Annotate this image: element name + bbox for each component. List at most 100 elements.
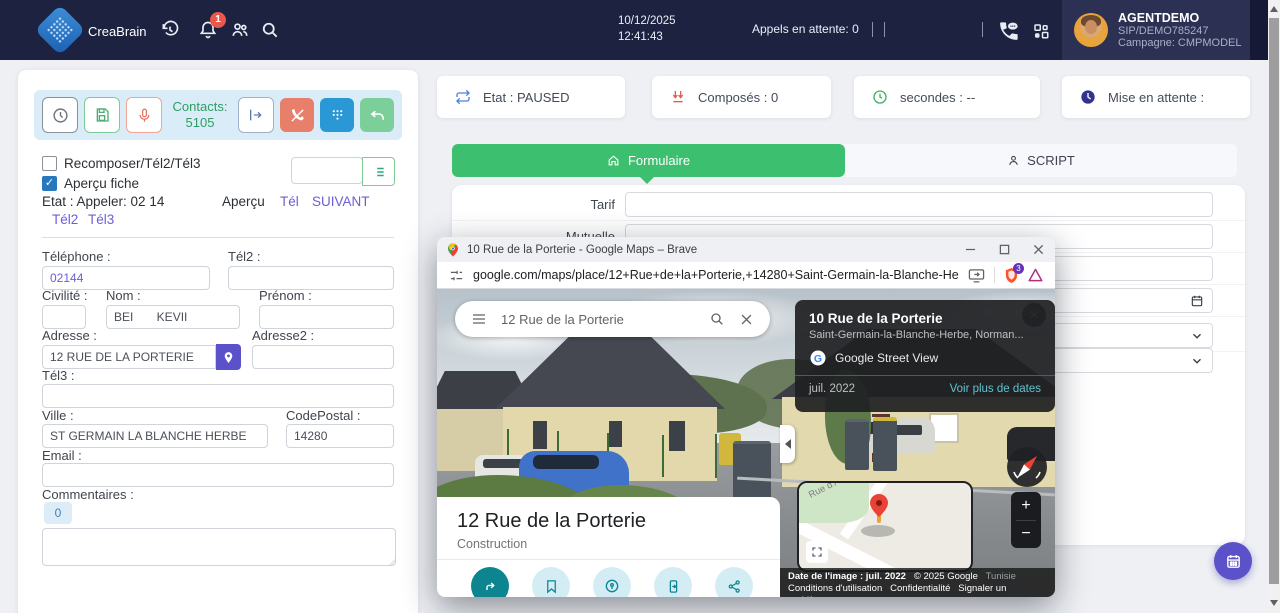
scroll-up-arrow[interactable] [1270, 6, 1278, 12]
suivant-link[interactable]: SUIVANT [312, 194, 370, 209]
send-to-phone-icon [669, 579, 677, 593]
nom-input[interactable] [106, 305, 240, 329]
search-icon[interactable] [260, 20, 280, 40]
history-button[interactable] [42, 97, 78, 133]
clear-search-icon[interactable] [739, 312, 754, 327]
adresse2-label: Adresse2 : [252, 328, 315, 343]
agent-panel[interactable]: AGENTDEMO SIP/DEMO785247 Campagne: CMPMO… [1062, 0, 1268, 60]
send-to-phone-button[interactable] [654, 567, 692, 597]
nom-label: Nom : [106, 288, 141, 303]
scrollbar-thumb[interactable] [1269, 18, 1279, 584]
white-car-windows [483, 459, 523, 468]
site-settings-tune-icon[interactable] [449, 268, 464, 283]
commentaires-textarea[interactable] [42, 528, 396, 566]
url-text[interactable]: google.com/maps/place/12+Rue+de+la+Porte… [473, 268, 959, 282]
recomposer-checkbox[interactable] [42, 156, 57, 171]
attrib-copyright: © 2025 Google [913, 571, 978, 582]
dialpad-button[interactable] [320, 98, 354, 132]
scroll-down-arrow[interactable] [1270, 600, 1278, 606]
call-state-line: Etat : Appeler: 02 14 [42, 194, 165, 209]
tab-script-label: SCRIPT [1027, 153, 1075, 168]
codepostal-input[interactable] [286, 424, 394, 448]
more-dates-link[interactable]: Voir plus de dates [950, 383, 1041, 395]
tab-formulaire[interactable]: Formulaire [452, 144, 845, 177]
apercu-fiche-checkbox-row[interactable]: ✓ Aperçu fiche [42, 176, 139, 191]
tab-script[interactable]: SCRIPT [845, 144, 1237, 177]
fence-post [662, 435, 664, 477]
minimize-button[interactable] [963, 243, 977, 257]
tel2-label: Tél2 : [228, 249, 261, 264]
calendar-fab-button[interactable] [1214, 542, 1252, 580]
streetview-photo[interactable]: 12 Rue de la Porterie Partager ✕ 10 Rue … [437, 289, 1055, 597]
tel3-input[interactable] [42, 384, 394, 408]
phone-chat-icon[interactable] [996, 18, 1022, 44]
place-card: 12 Rue de la Porterie Construction [437, 497, 780, 597]
tel-link[interactable]: Tél [280, 194, 299, 209]
page-scrollbar[interactable] [1268, 0, 1280, 613]
search-icon[interactable] [709, 311, 725, 327]
maps-search-box[interactable]: 12 Rue de la Porterie [455, 301, 770, 337]
tel3-label: Tél3 : [42, 368, 75, 383]
hold-clock-icon [1081, 90, 1095, 104]
terms-link[interactable]: Conditions d'utilisation [788, 583, 882, 594]
privacy-link[interactable]: Confidentialité [890, 583, 950, 594]
geolocate-address-button[interactable] [216, 344, 241, 370]
compass-control[interactable] [1006, 446, 1048, 488]
hangup-button[interactable] [280, 98, 314, 132]
tel2-link[interactable]: Tél2 [52, 212, 78, 227]
google-logo-icon: G [810, 350, 826, 366]
separator [994, 267, 995, 283]
list-button[interactable] [362, 157, 395, 186]
window-titlebar[interactable]: 10 Rue de la Porterie - Google Maps – Br… [437, 237, 1055, 262]
zoom-out-button[interactable]: − [1011, 521, 1041, 549]
directions-button[interactable] [471, 567, 509, 597]
ville-input[interactable] [42, 424, 268, 448]
current-date: 10/12/2025 [618, 15, 676, 27]
adresse2-input[interactable] [252, 345, 394, 369]
save-button[interactable] [84, 97, 120, 133]
email-input[interactable] [42, 463, 394, 487]
collapse-panel-button[interactable] [780, 425, 795, 463]
recomposer-checkbox-row[interactable]: Recomposer/Tél2/Tél3 [42, 156, 201, 171]
zoom-in-button[interactable]: + [1011, 492, 1041, 520]
place-category[interactable]: Construction [457, 537, 527, 551]
tel2-input[interactable] [228, 266, 394, 290]
history-icon[interactable] [160, 20, 180, 40]
apps-grid-icon[interactable] [1032, 22, 1050, 40]
chevron-down-icon [1193, 333, 1201, 339]
close-button[interactable] [1031, 243, 1045, 257]
status-card-composes: Composés : 0 [652, 76, 831, 118]
menu-hamburger-icon[interactable] [471, 311, 487, 327]
send-to-device-icon[interactable] [968, 268, 985, 283]
telephone-input[interactable] [42, 266, 210, 290]
minimap[interactable]: Rue d'Authie [797, 481, 973, 572]
brave-rewards-triangle-icon[interactable] [1028, 268, 1043, 282]
image-date: juil. 2022 [809, 383, 856, 395]
users-icon[interactable] [230, 20, 250, 40]
tarif-input[interactable] [625, 192, 1213, 217]
top-navbar: CreaBrain 1 10/12/2025 12:41:43 Appels e… [0, 0, 1280, 60]
brave-shields-icon[interactable]: 3 [1004, 262, 1024, 284]
save-place-button[interactable] [532, 567, 570, 597]
tel3-link[interactable]: Tél3 [88, 212, 114, 227]
civilite-input[interactable] [42, 305, 86, 329]
expand-minimap-button[interactable] [806, 541, 828, 563]
adresse-input[interactable] [42, 345, 216, 369]
apercu-fiche-checkbox[interactable]: ✓ [42, 176, 57, 191]
window-title: 10 Rue de la Porterie - Google Maps – Br… [467, 243, 698, 256]
apercu-link[interactable]: Aperçu [222, 194, 265, 209]
share-button[interactable] [715, 567, 753, 597]
commentaires-label: Commentaires : [42, 487, 134, 502]
person-icon [1009, 155, 1018, 165]
reply-button[interactable] [360, 98, 394, 132]
maps-search-value[interactable]: 12 Rue de la Porterie [501, 312, 695, 327]
form-row-tarif: Tarif [452, 189, 1245, 221]
address-bar[interactable]: google.com/maps/place/12+Rue+de+la+Porte… [437, 262, 1055, 289]
maximize-button[interactable] [997, 243, 1011, 257]
quick-dial-input[interactable] [291, 157, 363, 184]
position-pin-icon [870, 494, 888, 523]
transfer-out-button[interactable] [238, 97, 274, 133]
record-mic-button[interactable] [126, 97, 162, 133]
nearby-button[interactable] [593, 567, 631, 597]
prenom-input[interactable] [259, 305, 394, 329]
